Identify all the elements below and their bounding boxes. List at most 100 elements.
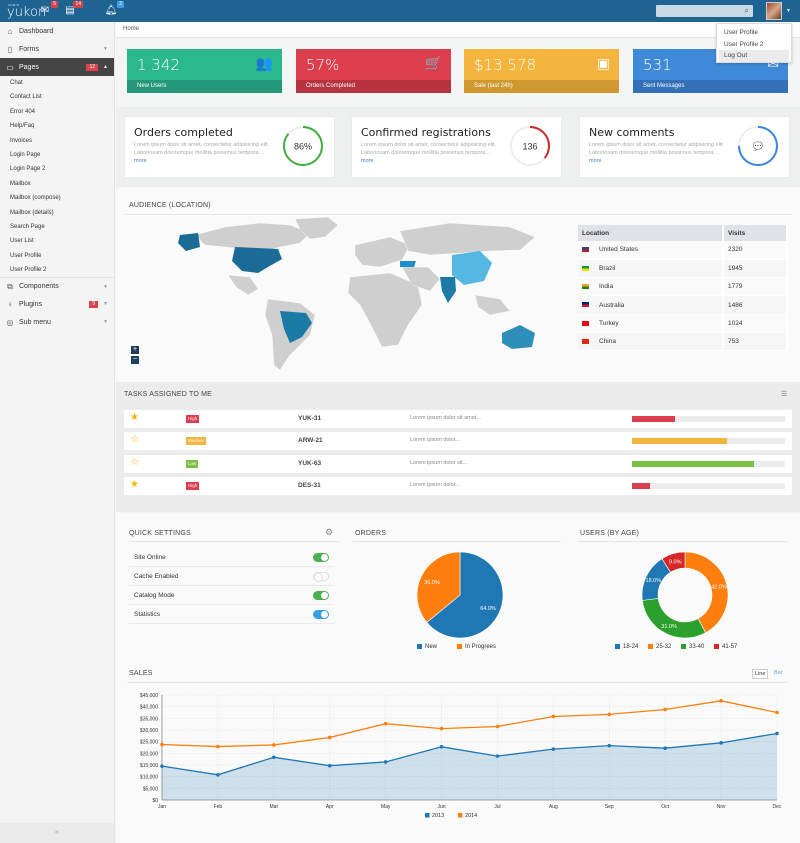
table-row[interactable]: Turkey 1024 <box>578 314 788 333</box>
sidebar-subitem[interactable]: Login Page <box>0 148 114 162</box>
setting-toggle[interactable] <box>313 610 329 619</box>
star-outline-icon[interactable]: ☆ <box>130 434 139 445</box>
task-row[interactable]: ☆ Low YUK-63 Lorem ipsum dolor sit... <box>124 455 792 473</box>
map-zoom-out-button[interactable]: − <box>131 356 139 364</box>
task-progress-fill <box>632 416 675 422</box>
gear-icon[interactable]: ⚙ <box>325 527 333 538</box>
sidebar-subitem[interactable]: Mailbox <box>0 177 114 191</box>
search-input[interactable]: ⌕ <box>656 5 753 17</box>
column-header-location[interactable]: Location <box>578 225 724 241</box>
world-map[interactable] <box>150 215 550 375</box>
chevron-down-icon[interactable]: ▼ <box>786 8 791 14</box>
setting-toggle[interactable] <box>313 553 329 562</box>
data-point-2013 <box>327 763 332 768</box>
legend-swatch <box>615 644 620 649</box>
table-row[interactable]: India 1779 <box>578 277 788 297</box>
mail-icon[interactable]: ✉ 5 <box>38 1 58 17</box>
breadcrumb-home[interactable]: Home <box>123 26 139 32</box>
sidebar-subitem[interactable]: Contact List <box>0 90 114 104</box>
data-point-2014 <box>551 714 556 719</box>
task-code[interactable]: DES-31 <box>298 482 321 489</box>
star-outline-icon[interactable]: ☆ <box>130 457 139 468</box>
sidebar-subitem[interactable]: User List <box>0 234 114 248</box>
legend-item[interactable]: 25-32 <box>648 644 671 650</box>
legend-label: New <box>425 644 438 651</box>
location-cell: Turkey <box>578 314 724 333</box>
flag-icon <box>582 320 589 326</box>
divider <box>129 541 339 542</box>
avatar[interactable] <box>766 2 782 20</box>
sidebar-subitem[interactable]: Login Page 2 <box>0 162 114 176</box>
sidebar-subitem[interactable]: Mailbox (compose) <box>0 191 114 205</box>
legend-item[interactable]: 41-57 <box>714 644 737 650</box>
task-code[interactable]: ARW-21 <box>298 437 323 444</box>
pages-icon: ▭ <box>6 62 14 72</box>
menu-item-user-profile[interactable]: User Profile <box>719 27 789 39</box>
sidebar-subitem[interactable]: Chat <box>0 76 114 90</box>
star-filled-icon[interactable]: ★ <box>130 412 139 423</box>
sidebar-subitem[interactable]: Help/Faq <box>0 119 114 133</box>
table-row[interactable]: China 753 <box>578 332 788 352</box>
map-mexico <box>227 274 259 296</box>
sidebar-item-dashboard[interactable]: ⌂ Dashboard <box>0 22 114 40</box>
task-row[interactable]: ★ High YUK-31 Lorem ipsum dolor sit amet... <box>124 410 792 428</box>
bell-icon[interactable]: 🔔︎ 2 <box>104 1 124 17</box>
legend-item[interactable]: In Progrees <box>457 644 496 650</box>
setting-toggle[interactable] <box>313 591 329 600</box>
table-row[interactable]: Australia 1486 <box>578 295 788 315</box>
data-point-2013 <box>607 743 612 748</box>
star-filled-icon[interactable]: ★ <box>130 479 139 490</box>
menu-item-user-profile-2[interactable]: User Profile 2 <box>719 39 789 51</box>
sidebar-subitem[interactable]: Search Page <box>0 220 114 234</box>
task-row[interactable]: ☆ Medium ARW-21 Lorem ipsum dolor... <box>124 432 792 450</box>
tasks-icon[interactable]: ▤ 14 <box>63 1 83 17</box>
map-zoom-in-button[interactable]: + <box>131 346 139 354</box>
stat-tile[interactable]: $13 578 ▣ Sale (last 24h) <box>464 49 619 93</box>
sidebar-item-plugins[interactable]: ♀ Plugins 9 ▼ <box>0 295 114 313</box>
map-africa <box>347 272 423 348</box>
map-india <box>440 277 456 303</box>
legend-item[interactable]: 33-40 <box>681 644 704 650</box>
more-link[interactable]: more <box>361 158 374 164</box>
sidebar-item-pages[interactable]: ▭ Pages 12 ▲ <box>0 58 114 76</box>
stat-tile[interactable]: 57% 🛒 Orders Completed <box>296 49 451 93</box>
task-code[interactable]: YUK-63 <box>298 460 321 467</box>
sidebar-item-forms[interactable]: ▯ Forms ▼ <box>0 40 114 58</box>
task-code[interactable]: YUK-31 <box>298 415 321 422</box>
location-cell: Australia <box>578 295 724 315</box>
task-progress-fill <box>632 483 651 489</box>
legend-item[interactable]: New <box>417 644 437 650</box>
column-header-visits[interactable]: Visits <box>723 225 788 241</box>
sidebar-subitem[interactable]: Invoices <box>0 134 114 148</box>
task-row[interactable]: ★ High DES-31 Lorem ipsum dolor... <box>124 477 792 495</box>
more-link[interactable]: more <box>589 158 602 164</box>
sidebar-item-sub-menu[interactable]: ◎ Sub menu ▼ <box>0 313 114 331</box>
info-card-text: Lorem ipsum dolor sit amet, consectetur … <box>361 141 501 165</box>
y-tick-label: $25,000 <box>140 740 158 746</box>
visits-cell: 2320 <box>723 241 788 260</box>
line-toggle-button[interactable]: Line <box>752 669 769 679</box>
table-row[interactable]: Brazil 1945 <box>578 259 788 279</box>
quick-settings-title: QUICK SETTINGS <box>129 530 191 537</box>
bar-toggle-button[interactable]: Bar <box>774 670 783 676</box>
sidebar-subitem[interactable]: User Profile 2 <box>0 263 114 277</box>
data-point-2013 <box>383 760 388 764</box>
flag-icon <box>582 247 589 253</box>
more-link[interactable]: more <box>134 158 147 164</box>
table-row[interactable]: United States 2320 <box>578 241 788 260</box>
stat-tile[interactable]: 1 342 👥 New Users <box>127 49 282 93</box>
list-options-icon[interactable]: ☰ <box>781 390 787 398</box>
setting-row: Site Online <box>129 548 334 567</box>
setting-toggle[interactable] <box>313 572 329 582</box>
country-name: Turkey <box>599 319 619 327</box>
legend-item[interactable]: 18-24 <box>615 644 638 650</box>
data-point-2014 <box>216 744 220 749</box>
collapse-sidebar-button[interactable]: « <box>0 823 114 843</box>
sidebar-subitem[interactable]: Error 404 <box>0 105 114 119</box>
search-icon[interactable]: ⌕ <box>745 5 749 17</box>
orders-pie-chart: 64.0% 36.0% <box>416 551 504 639</box>
menu-item-log-out[interactable]: Log Out <box>719 50 789 62</box>
sidebar-subitem[interactable]: User Profile <box>0 249 114 263</box>
sidebar-subitem[interactable]: Mailbox (details) <box>0 206 114 220</box>
sidebar-item-components[interactable]: ⧉ Components ▼ <box>0 277 114 295</box>
